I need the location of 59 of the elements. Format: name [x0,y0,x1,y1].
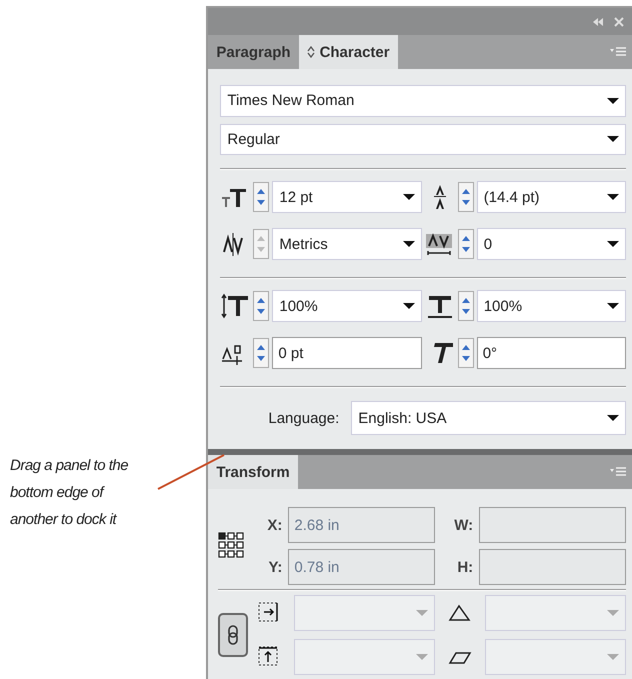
coordinate-label: W: [453,516,474,534]
caret-icon [402,302,415,310]
panel-menu-icon[interactable] [610,467,626,477]
value-dropdown[interactable]: (14.4 pt) [476,181,626,213]
font-style-dropdown[interactable]: Regular [220,124,626,155]
value-dropdown[interactable]: 100% [476,290,626,322]
coordinate-label: Y: [267,558,282,576]
caret-icon [416,609,428,617]
value-dropdown[interactable]: 100% [272,290,422,322]
language-label: Language: [268,410,340,426]
language-dropdown[interactable]: English: USA [351,401,626,435]
coordinate-label: X: [266,516,282,534]
stepper-arrows-icon [256,188,266,206]
panel-tab[interactable]: Paragraph [208,35,299,69]
caret-icon [416,653,428,661]
coordinate-label: H: [456,558,474,576]
chain-link-icon [227,624,240,646]
stepper-button[interactable] [458,229,474,259]
stepper-arrows-icon [460,344,471,362]
caret-icon [607,240,620,248]
caret-icon [607,609,619,617]
coordinate-field[interactable]: 0.78 in [288,549,436,585]
caret-icon [402,193,415,201]
stepper-button[interactable] [458,291,474,321]
constrain-button[interactable] [218,613,248,657]
value-field[interactable]: 0 pt [272,337,422,369]
caret-icon [402,240,415,248]
coordinate-field[interactable] [479,549,626,585]
vertical-scale-icon [220,292,250,320]
coordinate-field[interactable]: 2.68 in [288,507,436,543]
stepper-button[interactable] [458,182,474,212]
caret-icon [607,302,620,310]
stepper-arrows-icon [460,297,471,315]
panel-tab[interactable]: Character [298,35,398,69]
stepper-arrows-icon [256,344,266,362]
caret-icon [607,193,620,201]
stepper-button[interactable] [253,182,270,212]
stepper-button[interactable] [458,338,474,368]
panel-menu-icon[interactable] [610,47,626,57]
caret-icon [607,135,619,144]
font-family-dropdown[interactable]: Times New Roman [220,85,626,116]
stepper-arrows-icon [256,235,266,253]
value-field[interactable]: 0° [476,337,626,369]
value-dropdown[interactable]: 12 pt [272,181,422,213]
stepper-arrows-icon [256,297,266,315]
stepper-arrows-icon [460,188,471,206]
value-dropdown[interactable]: 0 [476,228,626,260]
caret-icon [607,414,619,422]
stepper-button[interactable] [253,291,270,321]
panel-tab[interactable]: Transform [208,455,298,489]
close-icon[interactable] [614,16,624,26]
collapse-icon[interactable] [592,16,604,26]
stepper-button[interactable] [253,338,270,368]
stepper-icon [306,46,315,58]
coordinate-field[interactable] [479,507,626,543]
caret-icon [607,653,619,661]
stepper-arrows-icon [460,235,471,253]
callout-text: Drag a panel to the bottom edge of another to dock it [10,456,130,530]
caret-icon [607,96,619,105]
